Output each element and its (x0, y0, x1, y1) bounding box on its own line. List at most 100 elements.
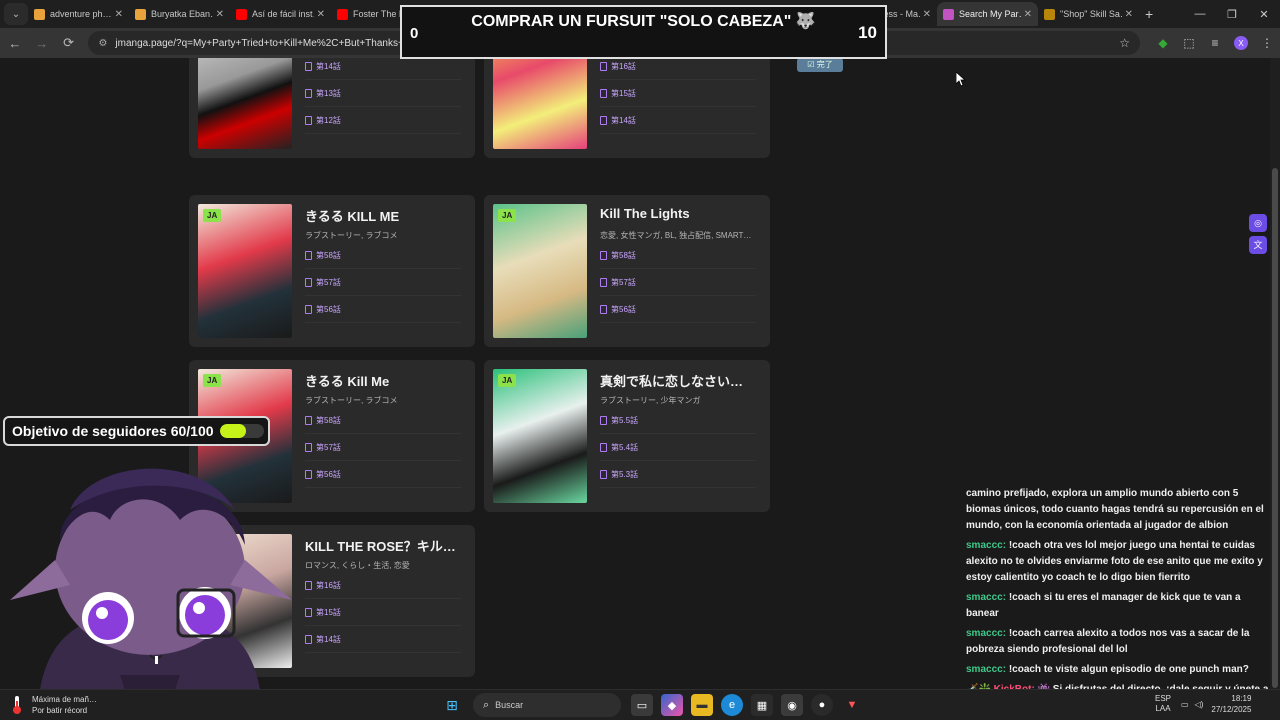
close-tab-icon[interactable]: ✕ (923, 9, 931, 20)
manga-title[interactable]: きるる KILL ME (305, 206, 465, 225)
input-language[interactable]: ESP LAA (1155, 694, 1171, 714)
chapter-link[interactable]: 第12話 (305, 115, 461, 134)
chat-username[interactable]: smaccc: (966, 664, 1006, 675)
app-icon[interactable]: ▼ (841, 694, 863, 716)
chapter-link[interactable]: 第5.4話 (600, 442, 756, 461)
manga-cover-image[interactable] (198, 58, 292, 149)
manga-card[interactable]: JA きるる KILL ME ラブストーリー, ラブコメ 第58話 第57話 第56話 (189, 195, 475, 347)
restore-icon[interactable]: ❐ (1216, 0, 1248, 28)
side-chat-icon[interactable]: ◎ (1249, 214, 1267, 232)
side-translate-icon[interactable]: 文 (1249, 236, 1267, 254)
chapter-link[interactable]: 第58話 (305, 250, 461, 269)
profile-avatar[interactable]: X (1234, 36, 1249, 50)
bookmark-star-icon[interactable]: ☆ (1119, 36, 1130, 50)
lang-bottom: LAA (1155, 704, 1171, 713)
chapter-link[interactable]: 第14話 (305, 634, 461, 653)
chapter-label: 第58話 (316, 251, 341, 260)
chapter-link[interactable]: 第14話 (600, 115, 756, 134)
tab-search-button[interactable]: ⌄ (4, 3, 28, 25)
clock[interactable]: 18:19 27/12/2025 (1211, 693, 1251, 715)
windows-start-icon[interactable]: ⊞ (441, 694, 463, 716)
back-icon[interactable]: ← (3, 36, 27, 51)
thermometer-icon (13, 696, 21, 714)
reading-list-icon[interactable]: ≡ (1202, 36, 1228, 50)
reload-icon[interactable]: ⟳ (57, 35, 81, 51)
manga-card[interactable]: 第14話第13話第12話 (189, 58, 475, 158)
side-extension-icons: ◎ 文 (1249, 214, 1267, 258)
task-view-icon[interactable]: ▭ (631, 694, 653, 716)
document-icon (600, 251, 607, 261)
chat-text: !coach otra ves lol mejor juego una hent… (966, 540, 1263, 583)
chat-username[interactable]: smaccc: (966, 540, 1006, 551)
store-icon[interactable]: ▦ (751, 694, 773, 716)
close-tab-icon[interactable]: ✕ (317, 9, 325, 20)
close-tab-icon[interactable]: ✕ (1125, 9, 1133, 20)
manga-title[interactable]: 真剣で私に恋しなさい… (600, 371, 760, 390)
minimize-icon[interactable]: — (1184, 0, 1216, 28)
extension-icon[interactable]: ◆ (1150, 36, 1176, 50)
manga-card[interactable]: アニメ化, コメディ, 日常系第16話第15話第14話 (484, 58, 770, 158)
forward-icon[interactable]: → (30, 36, 54, 51)
chapter-link[interactable]: 第56話 (305, 304, 461, 323)
file-explorer-icon[interactable]: ▬ (691, 694, 713, 716)
close-tab-icon[interactable]: ✕ (1024, 9, 1032, 20)
site-info-icon[interactable]: ⚙ (98, 38, 107, 49)
manga-title[interactable]: KILL THE ROSE？キルザ… (305, 536, 465, 555)
chrome-icon[interactable]: ◉ (781, 694, 803, 716)
language-badge: JA (498, 209, 517, 222)
language-badge: JA (498, 374, 517, 387)
taskbar-search[interactable]: ⌕ Buscar (473, 693, 621, 717)
close-tab-icon[interactable]: ✕ (216, 9, 224, 20)
chapter-link[interactable]: 第58話 (305, 415, 461, 434)
document-icon (305, 416, 312, 426)
chapter-link[interactable]: 第14話 (305, 61, 461, 80)
manga-title[interactable]: きるる Kill Me (305, 371, 465, 390)
chapter-link[interactable]: 第16話 (305, 580, 461, 599)
edge-icon[interactable]: e (721, 694, 743, 716)
chapter-link[interactable]: 第13話 (305, 88, 461, 107)
document-icon (305, 89, 312, 99)
weather-widget[interactable]: Máxima de mañ… Por batir récord (12, 694, 97, 716)
chapter-link[interactable]: 第16話 (600, 61, 756, 80)
chapter-link[interactable]: 第57話 (305, 442, 461, 461)
extensions-puzzle-icon[interactable]: ⬚ (1176, 36, 1202, 50)
chapter-link[interactable]: 第15話 (305, 607, 461, 626)
browser-tab[interactable]: "Shop" Skill Sa…✕ (1038, 2, 1139, 26)
chat-username[interactable]: smaccc: (966, 592, 1006, 603)
manga-cover-image[interactable] (493, 58, 587, 149)
new-tab-button[interactable]: + (1145, 6, 1153, 22)
obs-icon[interactable]: ● (811, 694, 833, 716)
chapter-link[interactable]: 第58話 (600, 250, 756, 269)
manga-cover-image[interactable] (493, 204, 587, 338)
chapter-label: 第58話 (611, 251, 636, 260)
close-window-icon[interactable]: ✕ (1248, 0, 1280, 28)
manga-cover-image[interactable] (493, 369, 587, 503)
browser-tab[interactable]: Buryatka Eban… ✕ (129, 2, 230, 26)
chapter-link[interactable]: 第56話 (600, 304, 756, 323)
manga-title[interactable]: Kill The Lights (600, 206, 760, 221)
chapter-link[interactable]: 第15話 (600, 88, 756, 107)
menu-kebab-icon[interactable]: ⋮ (1254, 36, 1280, 50)
chapter-link[interactable]: 第56話 (305, 469, 461, 488)
windows-taskbar: Máxima de mañ… Por batir récord ⊞ ⌕ Busc… (0, 689, 1280, 720)
manga-card[interactable]: JA Kill The Lights 恋愛, 女性マンガ, BL, 独占配信, SM… (484, 195, 770, 347)
copilot-icon[interactable]: ◆ (661, 694, 683, 716)
followers-goal-label: Objetivo de seguidores 60/100 (12, 423, 214, 439)
chapter-link[interactable]: 第5.3話 (600, 469, 756, 488)
chapter-link[interactable]: 第57話 (305, 277, 461, 296)
chapter-link[interactable]: 第57話 (600, 277, 756, 296)
network-icon[interactable]: ▭ (1181, 700, 1189, 709)
status-badge: ☑ 完了 (797, 58, 843, 72)
clock-date: 27/12/2025 (1211, 705, 1252, 714)
manga-cover-image[interactable] (198, 204, 292, 338)
manga-card[interactable]: JA 真剣で私に恋しなさい… ラブストーリー, 少年マンガ 第5.5話 第5.4話 第5.… (484, 360, 770, 512)
chat-username[interactable]: smaccc: (966, 628, 1006, 639)
document-icon (600, 116, 607, 126)
browser-tab[interactable]: Search My Par…✕ (937, 2, 1038, 26)
browser-tab[interactable]: Así de fácil inst…✕ (230, 2, 331, 26)
volume-icon[interactable]: ◁) (1195, 700, 1204, 709)
close-tab-icon[interactable]: ✕ (115, 9, 123, 20)
tab-title: Buryatka Eban… (151, 9, 213, 19)
chapter-link[interactable]: 第5.5話 (600, 415, 756, 434)
browser-tab[interactable]: adventure ph… ✕ (28, 2, 129, 26)
